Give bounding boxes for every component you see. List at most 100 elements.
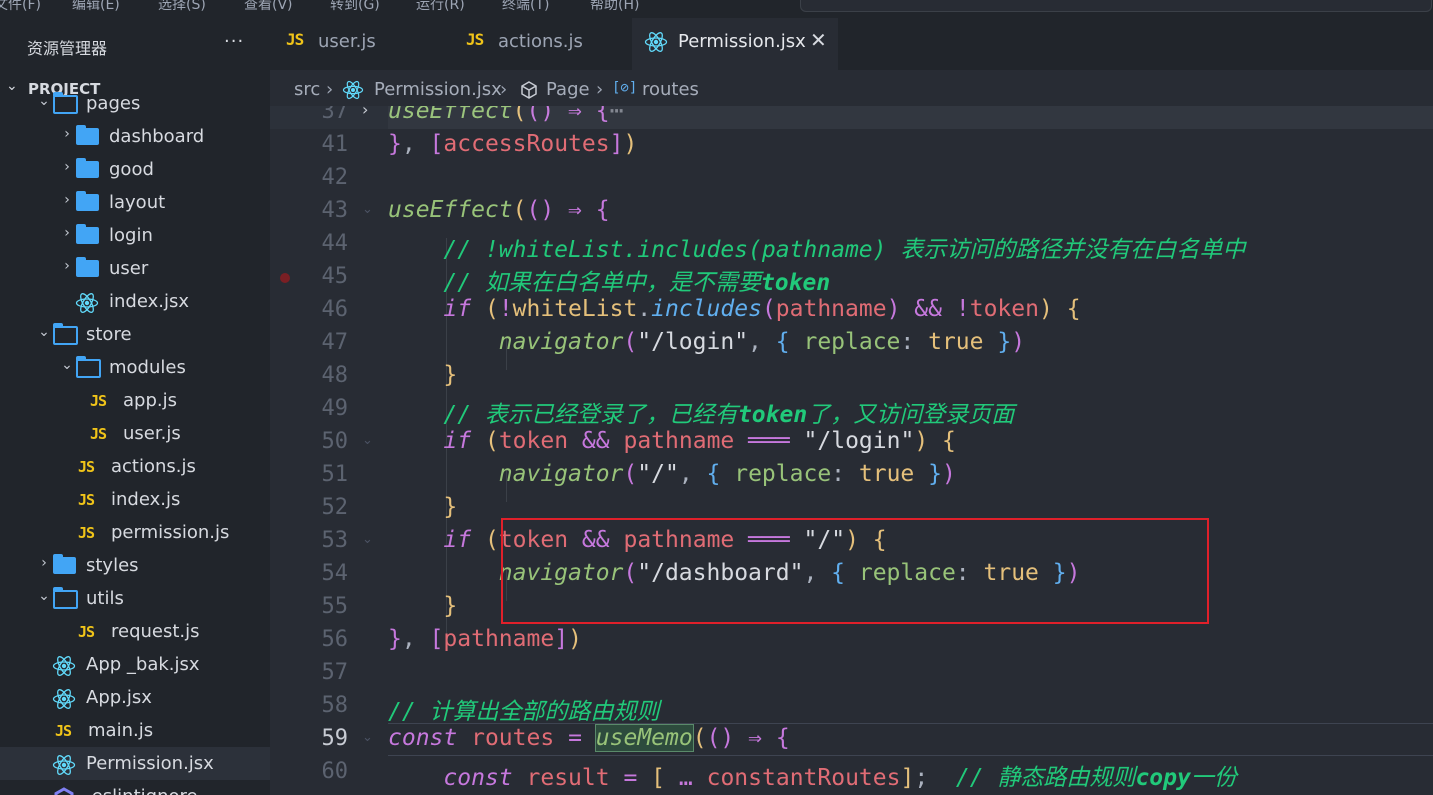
folder-icon xyxy=(53,554,76,574)
explorer-sidebar: 资源管理器 ··· ⌄ PROJECT ⌄ pages › dashboard › goo… xyxy=(0,12,270,795)
folder-icon xyxy=(76,125,99,145)
chevron-right-icon[interactable]: › xyxy=(37,555,51,571)
tree-item[interactable]: Permission.jsx xyxy=(0,747,270,780)
js-file-icon: JS xyxy=(78,623,95,641)
menu-go[interactable]: 转到(G) xyxy=(330,0,380,12)
code-line: 42 xyxy=(321,165,349,190)
chevron-right-icon[interactable]: › xyxy=(362,106,368,119)
breadcrumb-file[interactable]: Permission.jsx xyxy=(374,79,502,100)
tab-actions-js[interactable]: JS actions.js xyxy=(450,18,626,64)
tab-permission-jsx[interactable]: Permission.jsx ✕ xyxy=(632,18,838,70)
react-file-icon xyxy=(52,754,76,780)
tree-item-label: good xyxy=(109,159,154,180)
code-line-current: 59 ⌄ const routes = useMemo(() ⇒ { xyxy=(270,723,1433,756)
chevron-down-icon[interactable]: ⌄ xyxy=(37,93,51,109)
tab-label: actions.js xyxy=(498,31,583,52)
tree-item[interactable]: JS permission.js xyxy=(0,516,270,549)
js-file-icon: JS xyxy=(286,30,304,49)
code-line: 45 // 如果在白名单中，是不需要token xyxy=(270,261,1433,296)
chevron-down-icon[interactable]: ⌄ xyxy=(60,357,74,373)
menu-bar: 文件(F) 编辑(E) 选择(S) 查看(V) 转到(G) 运行(R) 终端(T… xyxy=(0,0,1433,12)
js-file-icon: JS xyxy=(78,524,95,542)
more-actions-icon[interactable]: ··· xyxy=(224,31,244,52)
chevron-down-icon[interactable]: ⌄ xyxy=(37,588,51,604)
tree-item[interactable]: ⌄ modules xyxy=(0,351,270,384)
breadcrumb: src › Permission.jsx › Page › [⊘] routes xyxy=(270,70,1433,106)
code-line: 50 ⌄ if (token && pathname ═══ "/login")… xyxy=(321,428,956,454)
react-file-icon xyxy=(52,688,76,714)
tree-item-label: store xyxy=(86,324,132,345)
menu-edit[interactable]: 编辑(E) xyxy=(72,0,120,12)
tree-item[interactable]: ⌄ store xyxy=(0,318,270,351)
tree-item-label: user.js xyxy=(123,423,181,444)
tree-item[interactable]: JS app.js xyxy=(0,384,270,417)
menu-terminal[interactable]: 终端(T) xyxy=(502,0,549,12)
tree-item[interactable]: .eslintignore xyxy=(0,780,270,795)
tree-item[interactable]: › dashboard xyxy=(0,120,270,153)
tab-label: Permission.jsx xyxy=(678,31,806,52)
tree-item-label: pages xyxy=(86,93,141,114)
chevron-down-icon[interactable]: ⌄ xyxy=(37,324,51,340)
tree-item-label: login xyxy=(109,225,153,246)
tree-item-label: App.jsx xyxy=(86,687,152,708)
chevron-down-icon[interactable]: ⌄ xyxy=(362,202,373,217)
js-file-icon: JS xyxy=(78,458,95,476)
breadcrumb-separator: › xyxy=(596,79,604,100)
tree-item[interactable]: App.jsx xyxy=(0,681,270,714)
tree-item[interactable]: ⌄ pages xyxy=(0,87,270,120)
tree-item[interactable]: › user xyxy=(0,252,270,285)
code-line: 58 // 计算出全部的路由规则 xyxy=(321,693,660,725)
tree-item[interactable]: › styles xyxy=(0,549,270,582)
code-line: 41 }, [accessRoutes]) xyxy=(321,131,638,157)
tree-item-label: main.js xyxy=(88,720,154,741)
breadcrumb-symbol[interactable]: routes xyxy=(642,79,699,100)
command-center-search[interactable] xyxy=(800,0,1432,12)
tree-item[interactable]: App _bak.jsx xyxy=(0,648,270,681)
tree-item[interactable]: › layout xyxy=(0,186,270,219)
code-line: 47 navigator("/login", { replace: true }… xyxy=(321,329,1026,355)
close-icon[interactable]: ✕ xyxy=(810,28,827,52)
react-file-icon xyxy=(644,32,668,52)
folder-open-icon xyxy=(76,356,101,378)
breadcrumb-component[interactable]: Page xyxy=(546,79,590,100)
chevron-right-icon[interactable]: › xyxy=(60,192,74,208)
code-line: 46 if (!whiteList.includes(pathname) && … xyxy=(321,296,1081,322)
tree-item[interactable]: JS request.js xyxy=(0,615,270,648)
code-line: 51 navigator("/", { replace: true }) xyxy=(321,461,956,487)
tree-item-label: app.js xyxy=(123,390,177,411)
code-line: 56 }, [pathname]) xyxy=(321,626,582,652)
tree-item[interactable]: ⌄ utils xyxy=(0,582,270,615)
chevron-down-icon[interactable]: ⌄ xyxy=(362,532,373,547)
menu-file[interactable]: 文件(F) xyxy=(0,0,41,12)
menu-run[interactable]: 运行(R) xyxy=(416,0,465,12)
chevron-right-icon[interactable]: › xyxy=(60,225,74,241)
menu-selection[interactable]: 选择(S) xyxy=(158,0,206,12)
explorer-title: 资源管理器 xyxy=(27,39,108,58)
chevron-right-icon[interactable]: › xyxy=(60,126,74,142)
breadcrumb-separator: › xyxy=(326,79,334,100)
chevron-right-icon[interactable]: › xyxy=(60,258,74,274)
tree-item[interactable]: JS index.js xyxy=(0,483,270,516)
code-editor[interactable]: 37 › useEffect(() ⇒ {⋯ 41 }, [accessRout… xyxy=(270,106,1433,795)
tree-item[interactable]: › good xyxy=(0,153,270,186)
chevron-down-icon[interactable]: ⌄ xyxy=(362,730,373,745)
folder-open-icon xyxy=(53,323,78,345)
js-file-icon: JS xyxy=(90,392,107,410)
tree-item-label: Permission.jsx xyxy=(86,753,214,774)
chevron-right-icon[interactable]: › xyxy=(60,159,74,175)
menu-help[interactable]: 帮助(H) xyxy=(590,0,639,12)
tree-item[interactable]: JS actions.js xyxy=(0,450,270,483)
highlight-annotation-box xyxy=(501,518,1209,624)
tree-item[interactable]: › login xyxy=(0,219,270,252)
tree-item[interactable]: JS main.js xyxy=(0,714,270,747)
tab-user-js[interactable]: JS user.js xyxy=(270,18,446,64)
tree-item[interactable]: JS user.js xyxy=(0,417,270,450)
breadcrumb-src[interactable]: src xyxy=(294,79,320,100)
menu-view[interactable]: 查看(V) xyxy=(244,0,293,12)
tree-item-label: index.js xyxy=(111,489,181,510)
chevron-down-icon[interactable]: ⌄ xyxy=(362,433,373,448)
tree-item[interactable]: index.jsx xyxy=(0,285,270,318)
tree-item-label: permission.js xyxy=(111,522,230,543)
js-file-icon: JS xyxy=(90,425,107,443)
breadcrumb-separator: › xyxy=(500,79,508,100)
